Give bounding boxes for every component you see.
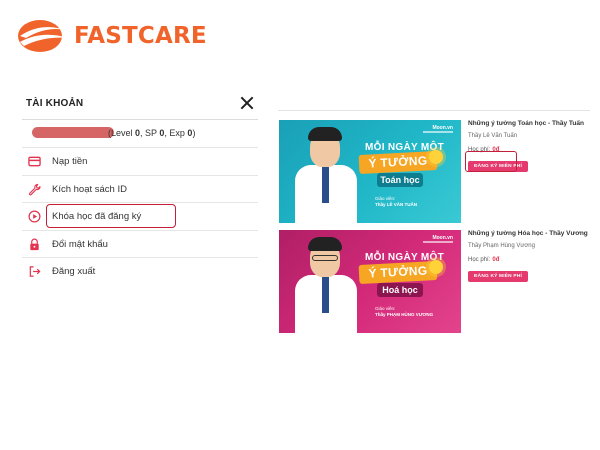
divider [278, 110, 590, 111]
thumb-teacher-name: Thầy PHẠM HÙNG VƯƠNG [375, 312, 434, 317]
thumb-teacher-name: Thầy LÊ VĂN TUẤN [375, 202, 418, 207]
thumb-teacher-label: Giáo viên: [375, 196, 396, 201]
highlight-outline [46, 204, 176, 228]
menu-item-registered-courses[interactable]: Khóa học đã đăng ký [22, 203, 258, 231]
thumb-subject: Hoá học [377, 283, 423, 297]
thumb-divider [423, 241, 453, 243]
menu-label: Đổi mật khẩu [52, 238, 108, 250]
course-thumbnail[interactable]: Moon.vn MỖI NGÀY MỘT Ý TƯỞNG Toán học Gi… [279, 120, 461, 223]
card-icon [28, 156, 41, 167]
course-thumbnail[interactable]: Moon.vn MỖI NGÀY MỘT Ý TƯỞNG Hoá học Giá… [279, 230, 461, 333]
menu-item-activate-book[interactable]: Kích hoạt sách ID [22, 176, 258, 203]
course-fee: Học phí: 0đ [468, 257, 500, 263]
account-header: TÀI KHOẢN [22, 92, 258, 120]
course-title[interactable]: Những ý tưởng Toán học - Thầy Tuấn [468, 120, 590, 128]
course-info: Những ý tưởng Hóa học - Thầy Vương Thầy … [468, 230, 590, 282]
menu-label: Nạp tiền [52, 156, 88, 167]
thumb-highlight: Ý TƯỞNG [358, 150, 438, 175]
close-icon[interactable] [240, 96, 254, 110]
lightbulb-icon [429, 150, 443, 164]
wrench-icon [28, 183, 41, 195]
course-card-math: Moon.vn MỖI NGÀY MỘT Ý TƯỞNG Toán học Gi… [279, 120, 589, 224]
user-info: (Level 0, SP 0, Exp 0) [22, 120, 258, 148]
account-panel: TÀI KHOẢN (Level 0, SP 0, Exp 0) Nạp tiề… [22, 92, 258, 286]
teacher-photo [293, 123, 363, 223]
play-circle-icon [28, 210, 41, 223]
thumb-highlight: Ý TƯỞNG [358, 260, 438, 285]
menu-item-change-password[interactable]: Đổi mật khẩu [22, 231, 258, 258]
teacher-photo [293, 233, 363, 333]
highlight-outline [465, 151, 517, 172]
brand-name: FASTCARE [74, 23, 207, 49]
course-card-chemistry: Moon.vn MỖI NGÀY MỘT Ý TƯỞNG Hoá học Giá… [279, 230, 589, 334]
course-teacher: Thầy Lê Văn Tuấn [468, 133, 518, 139]
account-title: TÀI KHOẢN [26, 98, 84, 109]
user-stats: (Level 0, SP 0, Exp 0) [108, 128, 196, 138]
fastcare-logo-icon [18, 20, 68, 52]
menu-item-logout[interactable]: Đăng xuất [22, 258, 258, 286]
course-title[interactable]: Những ý tưởng Hóa học - Thầy Vương [468, 230, 590, 238]
logout-icon [29, 266, 41, 277]
menu-label: Kích hoạt sách ID [52, 183, 127, 195]
lock-icon [30, 238, 39, 250]
menu-item-top-up[interactable]: Nạp tiền [22, 148, 258, 176]
menu-label: Đăng xuất [52, 266, 96, 277]
thumb-divider [423, 131, 453, 133]
price: 0đ [492, 257, 500, 263]
redacted-username [32, 127, 114, 138]
thumb-subject: Toán học [377, 173, 423, 187]
course-teacher: Thầy Phạm Hùng Vương [468, 243, 535, 249]
fastcare-logo[interactable]: FASTCARE [16, 16, 207, 56]
thumb-teacher-label: Giáo viên: [375, 306, 396, 311]
lightbulb-icon [429, 260, 443, 274]
register-free-button[interactable]: ĐĂNG KÝ MIỄN PHÍ [468, 271, 528, 282]
